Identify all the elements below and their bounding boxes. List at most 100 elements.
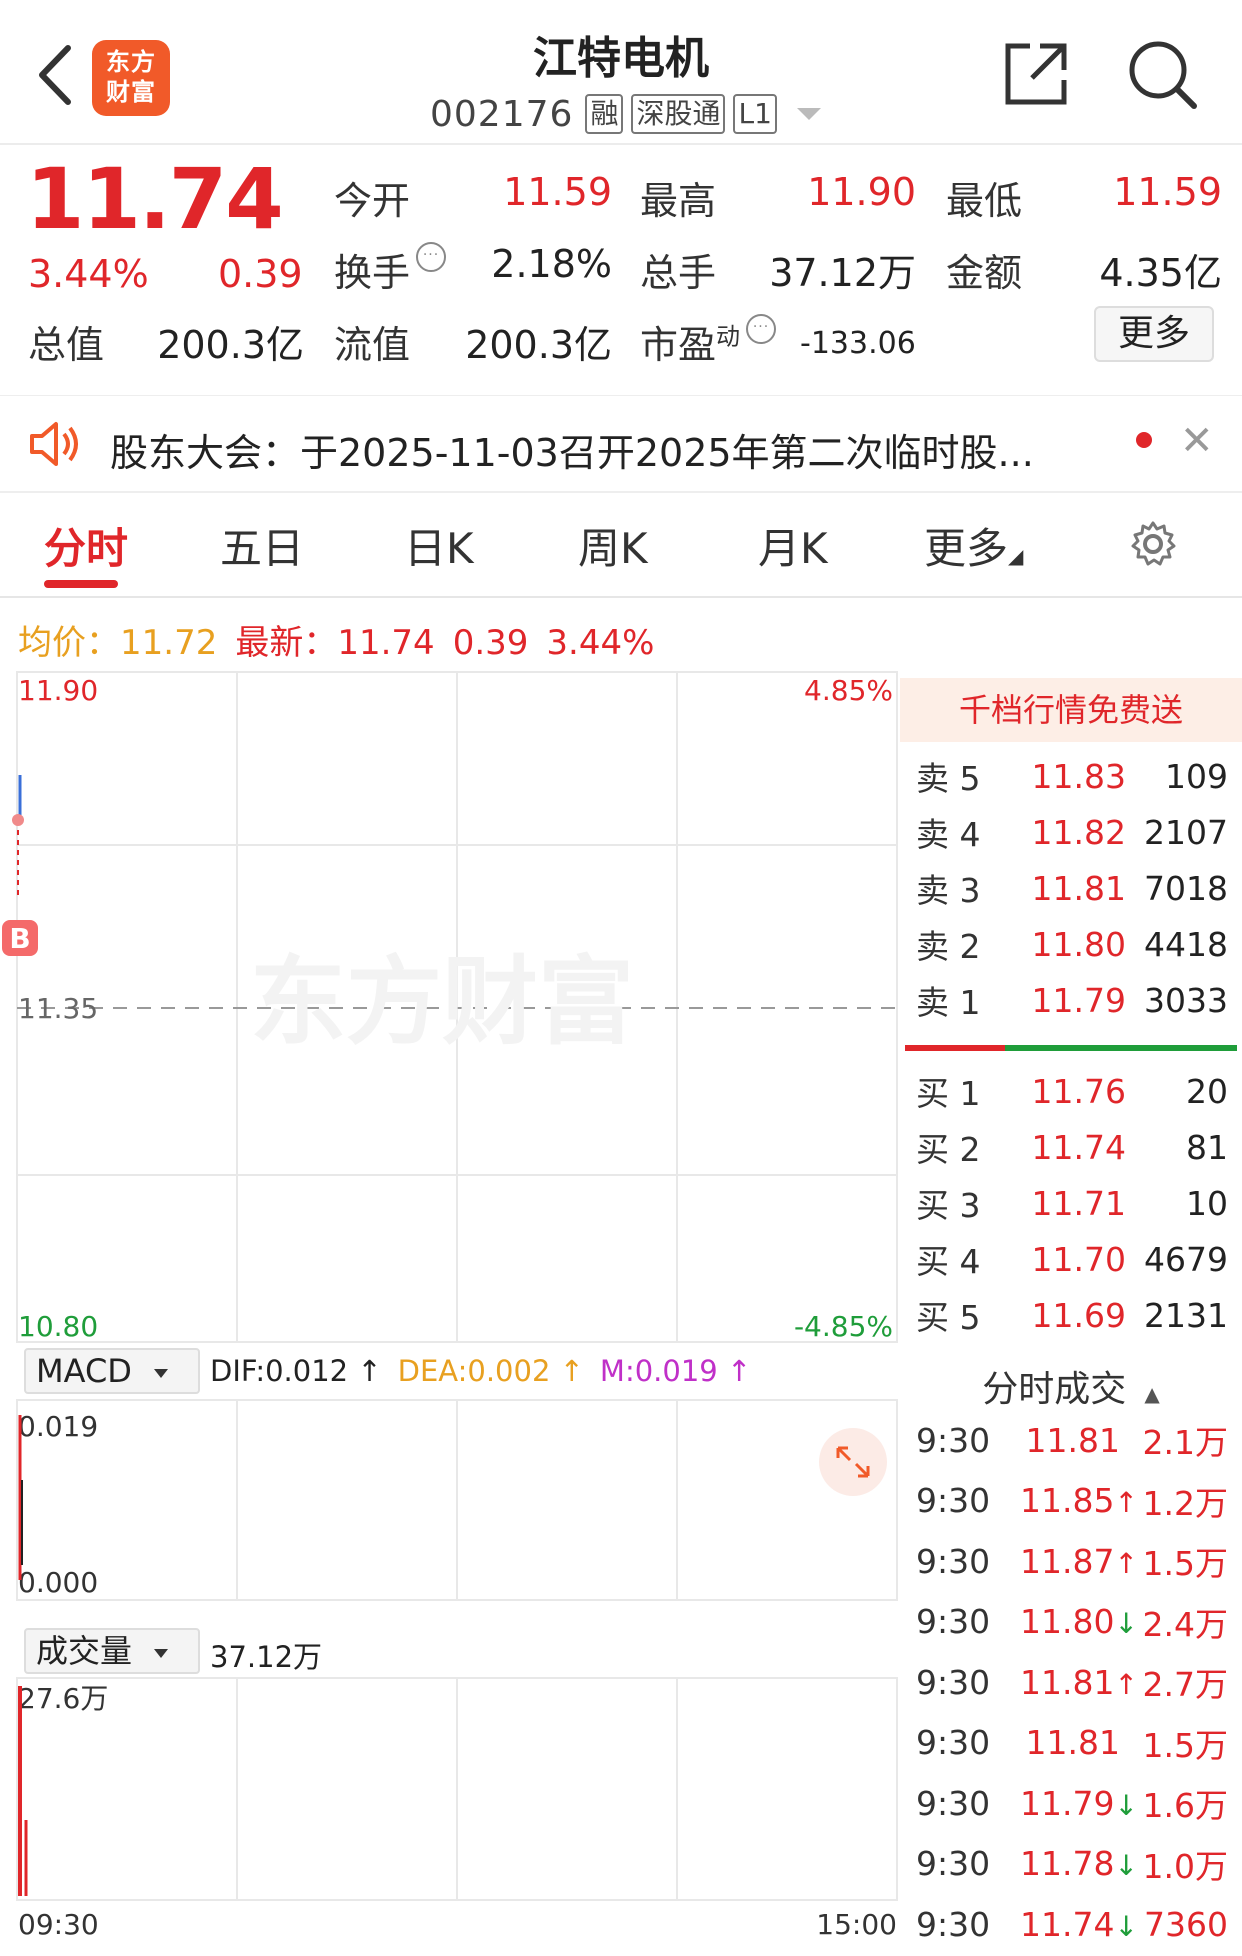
- float-label: 流值: [334, 323, 411, 367]
- pe-label[interactable]: 市盈动 ···: [640, 314, 777, 369]
- bid-row: 买 4 11.70 4679: [916, 1231, 1228, 1287]
- tab-weekly-k[interactable]: 周K: [578, 515, 648, 576]
- tick-price: 11.74↓: [1016, 1905, 1138, 1944]
- bid-price: 11.71: [1031, 1183, 1126, 1223]
- pe-value: -133.06: [800, 326, 916, 361]
- notice-text: 股东大会：于2025-11-03召开2025年第二次临时股...: [110, 431, 1034, 475]
- arrow-up-icon: ↑: [1114, 1667, 1138, 1701]
- y-high-label: 11.90: [18, 674, 98, 707]
- arrow-down-icon: ↓: [1114, 1849, 1138, 1882]
- volume-selector[interactable]: 成交量: [24, 1628, 200, 1674]
- buy-pressure-bar: [905, 1045, 1005, 1051]
- tick-row: 9:30 11.87↑ 1.5万: [916, 1531, 1228, 1591]
- settings-gear-icon[interactable]: [1128, 519, 1178, 569]
- bid-row: 买 1 11.76 20: [916, 1063, 1228, 1119]
- tick-volume: 1.6万: [1142, 1786, 1228, 1825]
- macd-dif: DIF:0.012 ↑: [210, 1354, 382, 1388]
- bid-row: 买 2 11.74 81: [916, 1119, 1228, 1175]
- tick-time: 9:30: [916, 1541, 991, 1581]
- tab-daily-k[interactable]: 日K: [404, 515, 474, 576]
- tab-more[interactable]: 更多◢: [924, 515, 1023, 576]
- info-icon[interactable]: ···: [746, 314, 777, 344]
- ticks-header[interactable]: 分时成交 ▲: [900, 1360, 1242, 1412]
- stock-code: 002176: [430, 93, 574, 135]
- volume-y-high: 27.6万: [18, 1682, 108, 1715]
- tick-price: 11.81↑: [1016, 1663, 1138, 1702]
- arrow-up-icon: ↑: [1114, 1546, 1138, 1580]
- tick-time: 9:30: [916, 1481, 991, 1520]
- ask-volume: 109: [1165, 756, 1228, 796]
- bid-price: 11.69: [1031, 1295, 1126, 1335]
- tick-time: 9:30: [916, 1662, 991, 1702]
- ask-label: 卖 1: [916, 983, 981, 1022]
- tick-price-value: 11.79: [1020, 1783, 1115, 1823]
- arrow-up-icon: ↑: [1114, 1486, 1138, 1519]
- tick-row: 9:30 11.80↓ 2.4万: [916, 1592, 1228, 1652]
- macd-selector[interactable]: MACD: [24, 1348, 200, 1394]
- macd-dea: DEA:0.002 ↑: [397, 1354, 584, 1388]
- amount-label: 金额: [946, 251, 1023, 295]
- expand-button-bg[interactable]: [819, 1428, 887, 1496]
- pct-high-label: 4.85%: [804, 674, 893, 707]
- macd-y-low: 0.000: [18, 1566, 98, 1599]
- more-button[interactable]: 更多: [1094, 306, 1214, 362]
- caret-up-icon: ▲: [1144, 1382, 1160, 1406]
- tick-row: 9:30 11.78↓ 1.0万: [916, 1834, 1228, 1894]
- ask-label: 卖 5: [916, 759, 981, 798]
- chevron-down-icon[interactable]: [796, 108, 821, 120]
- volume-selector-label: 成交量: [36, 1632, 133, 1670]
- tick-price: 11.78↓: [1016, 1844, 1138, 1883]
- pe-label-text: 市盈: [640, 323, 717, 367]
- tab-5day[interactable]: 五日: [220, 515, 304, 576]
- close-icon[interactable]: ✕: [1180, 418, 1214, 464]
- arrow-down-icon: ↓: [1114, 1607, 1138, 1640]
- search-icon[interactable]: [1126, 38, 1200, 112]
- active-tab-underline: [44, 580, 118, 588]
- amount-value: 4.35亿: [1099, 251, 1222, 295]
- tick-price: 11.81: [1016, 1421, 1138, 1460]
- low-value: 11.59: [1113, 170, 1222, 214]
- tick-price-value: 11.81: [1025, 1723, 1120, 1762]
- ask-volume: 7018: [1144, 868, 1228, 908]
- intraday-chart[interactable]: 东方财富 11.90 11.35 10.80 4.85% -4.85% B 0.…: [0, 670, 900, 1956]
- ask-price: 11.79: [1031, 980, 1126, 1020]
- bid-label: 买 5: [916, 1298, 981, 1337]
- speaker-icon: [30, 422, 78, 466]
- tick-time: 9:30: [916, 1723, 991, 1762]
- notice-bar[interactable]: 股东大会：于2025-11-03召开2025年第二次临时股...: [0, 395, 1242, 493]
- mcap-label: 总值: [28, 323, 105, 367]
- tick-volume: 2.7万: [1142, 1665, 1228, 1704]
- promo-banner[interactable]: 千档行情免费送: [900, 678, 1242, 742]
- tick-row: 9:30 11.81 1.5万: [916, 1713, 1228, 1773]
- avg-label: 均价：: [18, 623, 120, 663]
- unread-dot: [1136, 432, 1152, 448]
- bid-row: 买 3 11.71 10: [916, 1175, 1228, 1231]
- stock-code-row[interactable]: 002176 融 深股通 L1: [430, 92, 821, 136]
- latest-value: 11.74: [337, 623, 435, 663]
- float-value: 200.3亿: [465, 323, 612, 367]
- tab-monthly-k[interactable]: 月K: [758, 515, 828, 576]
- volume-label: 总手: [640, 251, 717, 295]
- y-mid-label: 11.35: [18, 992, 98, 1025]
- tab-intraday[interactable]: 分时: [44, 515, 128, 576]
- buy-marker-label: B: [9, 922, 30, 955]
- tick-row: 9:30 11.85↑ 1.2万: [916, 1471, 1228, 1531]
- share-icon[interactable]: [1000, 38, 1072, 110]
- turnover-label[interactable]: 换手 ···: [334, 242, 447, 297]
- open-label: 今开: [334, 179, 411, 223]
- tick-row: 9:30 11.74↓ 7360: [916, 1894, 1228, 1954]
- ask-volume: 4418: [1144, 924, 1228, 964]
- bid-label: 买 4: [916, 1242, 981, 1281]
- info-icon[interactable]: ···: [416, 242, 447, 272]
- tick-volume: 1.0万: [1142, 1846, 1228, 1886]
- bid-volume: 2131: [1144, 1295, 1228, 1335]
- current-price: 11.74: [26, 150, 284, 248]
- caret-down-icon: [154, 1648, 169, 1658]
- price-dot: [12, 814, 24, 826]
- tick-price: 11.85↑: [1016, 1481, 1138, 1520]
- ask-label: 卖 4: [916, 815, 981, 854]
- ask-row: 卖 4 11.82 2107: [916, 804, 1228, 860]
- tick-row: 9:30 11.81↑ 2.7万: [916, 1652, 1228, 1712]
- ask-volume: 2107: [1144, 812, 1228, 852]
- tick-volume: 7360: [1144, 1904, 1228, 1944]
